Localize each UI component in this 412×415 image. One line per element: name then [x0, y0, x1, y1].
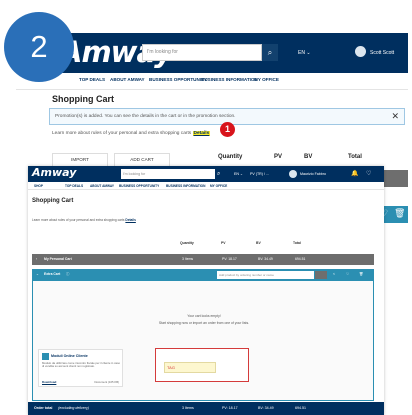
empty-cart-subtitle: Start shopping now or import an order fr… [158, 321, 250, 325]
amway-logo[interactable]: Amway [32, 166, 76, 179]
search-input[interactable]: I'm looking for [121, 169, 215, 179]
step-number-circle: 2 [4, 12, 74, 82]
close-icon[interactable]: ✕ [391, 109, 399, 124]
order-total-note: (excluding delivery) [58, 406, 89, 410]
order-total-bar: Order total (excluding delivery) 3 Items… [28, 402, 384, 415]
order-total-bv: BV: 34.49 [258, 406, 274, 410]
card-title: Moduli Online Cliente [51, 354, 88, 358]
extra-cart-row[interactable]: ⌄ Extra Cart ⓘ Add product by ordering n… [32, 269, 374, 281]
nav-about-amway[interactable]: ABOUT AMWAY [90, 184, 114, 188]
avatar[interactable] [289, 170, 297, 178]
add-product-button[interactable] [315, 271, 327, 279]
nav-my-office[interactable]: MY OFFICE [254, 77, 279, 82]
personal-cart-bv: BV: 34.49 [258, 257, 273, 261]
personal-cart-items: 3 Items [182, 257, 194, 261]
order-total-label: Order total [34, 406, 53, 410]
search-icon[interactable]: ⌕ [262, 44, 278, 61]
document-card: Moduli Online Cliente Modulo da utilizza… [38, 349, 123, 387]
tag-input[interactable]: TAG [164, 362, 216, 373]
order-total-items: 3 Items [182, 406, 194, 410]
promotion-text: Promotion(s) is added. You can see the d… [55, 114, 236, 119]
main-nav: SHOP TOP DEALS ABOUT AMWAY BUSINESS OPPO… [28, 182, 384, 190]
page-title: Shopping Cart [32, 198, 74, 204]
learn-more-text: Learn more about rules of your personal … [32, 218, 136, 222]
card-description: Modulo da utilizzare come riscontro fisc… [42, 361, 121, 369]
heart-icon[interactable]: ♡ [346, 269, 349, 280]
add-cart-button[interactable]: ADD CART [114, 153, 170, 167]
top-bar: Amway I'm looking for ⌕ EN ⌄ Scott Scott [16, 33, 408, 73]
front-screenshot: Amway I'm looking for ⌕ EN ⌄ PV (TR) / .… [28, 166, 384, 415]
personal-cart-row[interactable]: › My Personal Cart 3 Items PV: 18.17 BV:… [32, 254, 374, 265]
nav-business-information[interactable]: BUSINESS INFORMATION [166, 184, 205, 188]
col-bv: BV [304, 154, 313, 160]
col-total: Total [293, 241, 301, 245]
search-icon[interactable]: ⌕ [217, 169, 220, 179]
extra-cart-panel: Your cart looks empty! Start shopping no… [32, 281, 374, 401]
chevron-right-icon[interactable]: › [36, 254, 37, 265]
trash-icon[interactable]: 🗑 [359, 269, 363, 280]
order-total-pv: PV: 18.17 [222, 406, 238, 410]
personal-cart-pv: PV: 18.17 [222, 257, 237, 261]
extra-cart-label: Extra Cart [44, 272, 61, 276]
personal-cart-total: 694.51 [295, 257, 306, 261]
col-quantity: Quantity [180, 241, 194, 245]
top-bar: Amway I'm looking for ⌕ EN ⌄ PV (TR) / .… [28, 166, 384, 182]
col-quantity: Quantity [218, 154, 243, 160]
trash-icon[interactable]: 🗑 [394, 208, 405, 219]
order-total-amount: 694.51 [295, 406, 306, 410]
nav-business-information[interactable]: BUSINESS INFORMATION [201, 77, 258, 82]
download-link[interactable]: Download [42, 380, 56, 384]
avatar[interactable] [355, 46, 366, 57]
details-link[interactable]: Details [125, 218, 135, 222]
tag-highlight-box: TAG [155, 348, 249, 382]
col-bv: BV [256, 241, 261, 245]
col-total: Total [348, 154, 362, 160]
main-nav: TOP DEALS ABOUT AMWAY BUSINESS OPPORTUNI… [16, 73, 408, 90]
personal-cart-label: My Personal Cart [44, 257, 72, 261]
account-name[interactable]: Maurizio Fabbro [300, 169, 326, 179]
nav-business-opportunity[interactable]: BUSINESS OPPORTUNITY [119, 184, 159, 188]
chevron-down-icon[interactable]: ⌄ [36, 269, 39, 280]
pv-selector[interactable]: PV (TR) / ... [250, 169, 269, 179]
step-badge: 1 [220, 122, 235, 137]
details-link[interactable]: Details [192, 131, 211, 136]
nav-business-opportunity[interactable]: BUSINESS OPPORTUNITY [149, 77, 207, 82]
bell-icon[interactable]: 🔔 [351, 169, 358, 179]
col-pv: PV [221, 241, 226, 245]
nav-top-deals[interactable]: TOP DEALS [65, 184, 83, 188]
account-name[interactable]: Scott Scott [370, 47, 394, 59]
col-pv: PV [274, 154, 283, 160]
info-icon[interactable]: ⓘ [66, 269, 69, 280]
language-selector[interactable]: EN ⌄ [298, 47, 311, 59]
add-product-input[interactable]: Add product by ordering number or name [217, 271, 314, 279]
learn-more-text: Learn more about rules of your personal … [52, 131, 211, 136]
nav-top-deals[interactable]: TOP DEALS [79, 77, 105, 82]
heart-icon[interactable]: ♡ [366, 169, 371, 179]
language-selector[interactable]: EN ⌄ [234, 169, 243, 179]
import-button[interactable]: IMPORT [52, 153, 108, 167]
share-icon[interactable]: < [333, 269, 335, 280]
page-title: Shopping Cart [52, 94, 114, 104]
document-size: Document (105 KB) [94, 380, 119, 384]
empty-cart-title: Your cart looks empty! [187, 314, 221, 318]
nav-shop[interactable]: SHOP [34, 184, 43, 188]
search-input[interactable]: I'm looking for [142, 44, 262, 61]
nav-about-amway[interactable]: ABOUT AMWAY [110, 77, 145, 82]
document-icon [42, 353, 49, 360]
nav-my-office[interactable]: MY OFFICE [210, 184, 227, 188]
